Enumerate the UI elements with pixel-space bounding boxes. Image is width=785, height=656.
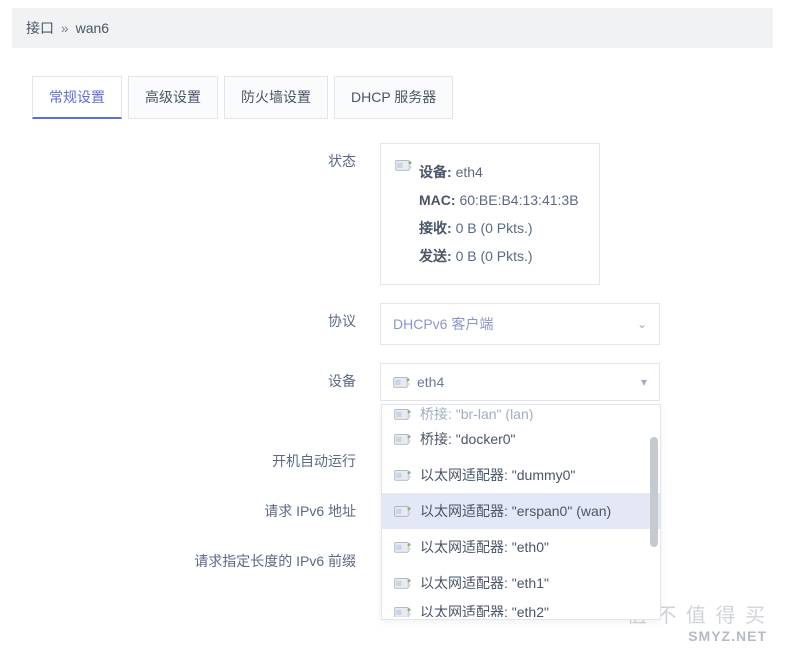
status-rx-key: 接收: bbox=[419, 220, 452, 236]
watermark-en: SMYZ.NET bbox=[627, 628, 767, 644]
network-card-icon bbox=[395, 158, 413, 172]
status-mac-key: MAC: bbox=[419, 192, 456, 208]
status-tx-value: 0 B (0 Pkts.) bbox=[456, 248, 533, 264]
network-card-icon bbox=[394, 504, 412, 518]
status-box: 设备: eth4 MAC: 60:BE:B4:13:41:3B 接收: 0 B … bbox=[380, 143, 600, 285]
device-option-cut[interactable]: 桥接: "br-lan" (lan) bbox=[382, 407, 660, 421]
breadcrumb-root[interactable]: 接口 bbox=[26, 20, 54, 36]
tab-dhcp[interactable]: DHCP 服务器 bbox=[334, 76, 453, 119]
network-card-icon bbox=[394, 576, 412, 590]
network-card-icon bbox=[393, 375, 411, 389]
status-device-value: eth4 bbox=[456, 164, 483, 180]
tabs: 常规设置 高级设置 防火墙设置 DHCP 服务器 bbox=[32, 76, 785, 119]
protocol-select[interactable]: DHCPv6 客户端 ⌄ bbox=[380, 303, 660, 345]
form: 状态 设备: eth4 MAC: 60:BE:B4:13:41:3B 接收: 0… bbox=[0, 143, 785, 571]
device-option-eth0[interactable]: 以太网适配器: "eth0" bbox=[382, 529, 660, 565]
label-device: 设备 bbox=[0, 363, 380, 391]
device-select[interactable]: eth4 ▾ 桥接: "br-lan" (lan) 桥接: "docker0" bbox=[380, 363, 660, 401]
protocol-value: DHCPv6 客户端 bbox=[393, 314, 493, 334]
label-protocol: 协议 bbox=[0, 303, 380, 331]
status-tx-key: 发送: bbox=[419, 248, 452, 264]
network-card-icon bbox=[394, 432, 412, 446]
tab-advanced[interactable]: 高级设置 bbox=[128, 76, 218, 119]
mouse-cursor-icon bbox=[634, 497, 650, 517]
chevron-down-icon: ⌄ bbox=[637, 317, 647, 331]
label-req-prefix: 请求指定长度的 IPv6 前缀 bbox=[0, 543, 380, 571]
caret-down-icon: ▾ bbox=[641, 375, 647, 389]
device-option-eth1[interactable]: 以太网适配器: "eth1" bbox=[382, 565, 660, 601]
breadcrumb-separator: » bbox=[61, 20, 69, 36]
device-option-cut[interactable]: 以太网适配器: "eth2" bbox=[382, 601, 660, 617]
status-rx-value: 0 B (0 Pkts.) bbox=[456, 220, 533, 236]
network-card-icon bbox=[394, 468, 412, 482]
device-dropdown: 桥接: "br-lan" (lan) 桥接: "docker0" 以太网适配器:… bbox=[381, 404, 661, 620]
tab-general[interactable]: 常规设置 bbox=[32, 76, 122, 119]
label-status: 状态 bbox=[0, 143, 380, 171]
network-card-icon bbox=[394, 540, 412, 554]
network-card-icon bbox=[394, 605, 412, 617]
network-card-icon bbox=[394, 407, 412, 421]
device-option-erspan0[interactable]: 以太网适配器: "erspan0" (wan) bbox=[382, 493, 660, 529]
breadcrumb-current: wan6 bbox=[76, 20, 109, 36]
tab-firewall[interactable]: 防火墙设置 bbox=[224, 76, 328, 119]
label-req-ipv6: 请求 IPv6 地址 bbox=[0, 493, 380, 521]
breadcrumb: 接口 » wan6 bbox=[12, 8, 773, 48]
status-device-key: 设备: bbox=[419, 164, 452, 180]
device-value: eth4 bbox=[417, 374, 444, 390]
device-option-docker0[interactable]: 桥接: "docker0" bbox=[382, 421, 660, 457]
status-mac-value: 60:BE:B4:13:41:3B bbox=[459, 192, 578, 208]
device-option-dummy0[interactable]: 以太网适配器: "dummy0" bbox=[382, 457, 660, 493]
label-autostart: 开机自动运行 bbox=[0, 443, 380, 471]
